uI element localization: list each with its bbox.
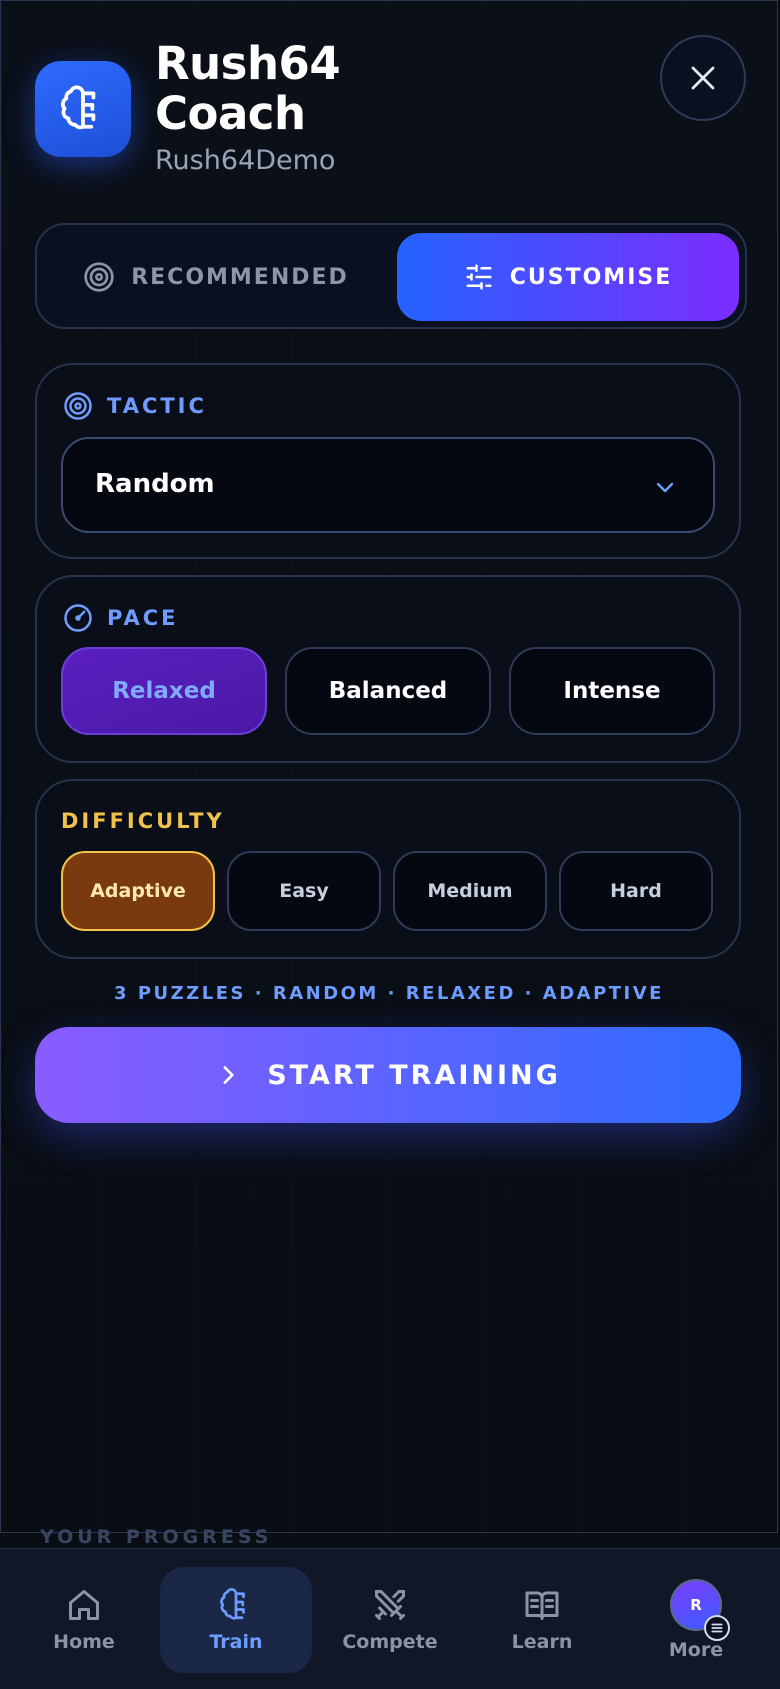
target-icon <box>64 392 92 420</box>
tactic-card: TACTIC Random <box>35 363 741 559</box>
menu-badge <box>704 1615 730 1641</box>
gauge-icon <box>64 604 92 632</box>
pace-option-relaxed[interactable]: Relaxed <box>61 647 267 735</box>
difficulty-option-easy[interactable]: Easy <box>227 851 381 931</box>
pace-option-intense[interactable]: Intense <box>509 647 715 735</box>
difficulty-option-hard[interactable]: Hard <box>559 851 713 931</box>
nav-label-learn: Learn <box>511 1631 573 1653</box>
nav-label-compete: Compete <box>342 1631 438 1653</box>
customise-label: CUSTOMISE <box>509 264 673 290</box>
sliders-icon <box>466 264 492 290</box>
target-icon <box>84 262 114 292</box>
difficulty-label: DIFFICULTY <box>61 809 225 833</box>
brain-icon <box>220 1588 245 1620</box>
recommended-label: RECOMMENDED <box>131 264 349 290</box>
coach-panel: Rush64 Coach Rush64Demo RECOMMENDED CUST… <box>0 0 778 1533</box>
app-icon <box>35 61 131 157</box>
progress-heading: YOUR PROGRESS <box>40 1526 273 1548</box>
nav-item-train[interactable]: Train <box>160 1567 312 1673</box>
nav-item-learn[interactable]: Learn <box>466 1567 618 1673</box>
tactic-value: Random <box>95 469 215 499</box>
tactic-label: TACTIC <box>107 394 207 418</box>
training-summary: 3 PUZZLES · RANDOM · RELAXED · ADAPTIVE <box>114 983 664 1004</box>
swords-icon <box>375 1590 405 1620</box>
page-title: Rush64 Coach <box>155 37 341 140</box>
customise-tab[interactable]: CUSTOMISE <box>397 233 739 321</box>
nav-label-train: Train <box>209 1631 263 1653</box>
nav-item-more[interactable]: R More <box>620 1567 772 1673</box>
close-button[interactable] <box>660 35 746 121</box>
mode-toggle: RECOMMENDED CUSTOMISE <box>35 223 747 329</box>
pace-label: PACE <box>107 606 179 630</box>
avatar-initial: R <box>690 1596 702 1614</box>
menu-icon <box>711 1623 723 1633</box>
book-icon <box>525 1591 559 1620</box>
avatar: R <box>670 1579 730 1641</box>
bottom-nav: Home Train Compete Learn R More <box>0 1548 780 1689</box>
nav-item-home[interactable]: Home <box>8 1567 160 1673</box>
nav-label-more: More <box>668 1639 724 1661</box>
close-icon <box>691 66 715 90</box>
account-name: Rush64Demo <box>155 145 336 176</box>
tactic-heading: TACTIC <box>63 391 207 421</box>
tactic-select[interactable]: Random <box>61 437 715 533</box>
start-training-button[interactable]: START TRAINING <box>35 1027 741 1123</box>
nav-item-compete[interactable]: Compete <box>314 1567 466 1673</box>
home-icon <box>69 1590 99 1620</box>
nav-label-home: Home <box>53 1631 115 1653</box>
chevron-down-icon <box>656 482 674 493</box>
pace-option-balanced[interactable]: Balanced <box>285 647 491 735</box>
difficulty-option-adaptive[interactable]: Adaptive <box>61 851 215 931</box>
difficulty-heading: DIFFICULTY <box>61 809 225 833</box>
chevron-right-icon <box>223 1066 234 1084</box>
pace-card: PACE Relaxed Balanced Intense <box>35 575 741 763</box>
difficulty-card: DIFFICULTY Adaptive Easy Medium Hard <box>35 779 741 959</box>
brain-icon <box>61 85 96 130</box>
recommended-tab[interactable]: RECOMMENDED <box>45 233 387 321</box>
pace-heading: PACE <box>63 603 178 633</box>
difficulty-option-medium[interactable]: Medium <box>393 851 547 931</box>
start-training-label: START TRAINING <box>267 1059 561 1091</box>
